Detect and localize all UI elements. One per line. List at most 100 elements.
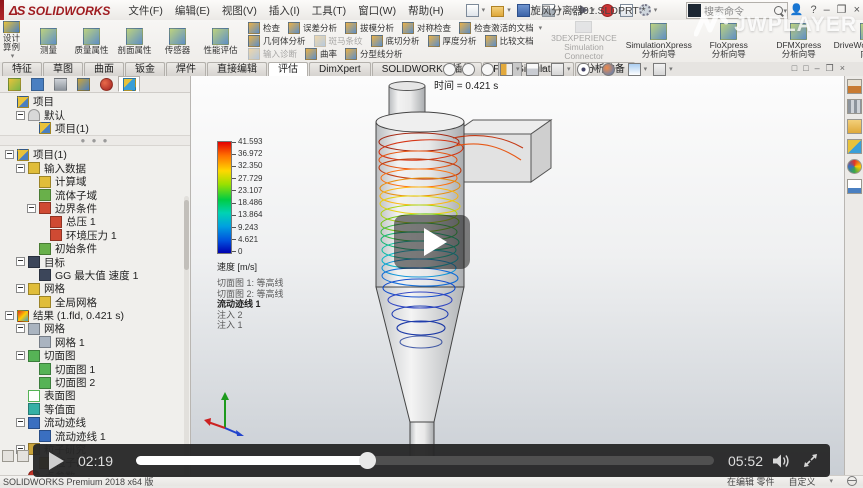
heads-up-icon[interactable] (525, 63, 547, 76)
tree-scrollbar[interactable] (184, 196, 189, 476)
feature-manager-tab[interactable] (72, 76, 94, 92)
heads-up-icon[interactable] (550, 63, 572, 76)
tree-expander-icon[interactable] (16, 257, 25, 266)
heads-up-icon[interactable] (480, 63, 495, 76)
search-input[interactable]: 搜索命令 (704, 3, 774, 18)
menu-item[interactable]: 窗口(W) (352, 3, 402, 18)
commandmanager-tab[interactable]: 曲面 (84, 62, 124, 76)
menu-item[interactable]: 编辑(E) (169, 3, 216, 18)
commandmanager-tab[interactable]: 草图 (43, 62, 83, 76)
tree-expander-icon[interactable] (5, 150, 14, 159)
ribbon-button[interactable]: 拔模分析 (345, 22, 394, 34)
search-icon[interactable] (774, 6, 783, 15)
task-pane-icon[interactable] (847, 179, 862, 194)
xpress-wizard-button[interactable]: FloXpress 分析向导 (694, 20, 764, 62)
tree-expander-icon[interactable] (16, 164, 25, 173)
feature-manager-tab[interactable] (95, 76, 117, 92)
task-pane-icon[interactable] (847, 119, 862, 134)
tree-item[interactable]: 初始条件 (0, 242, 190, 255)
tree-item[interactable]: 项目 (0, 95, 190, 108)
tree-item[interactable]: 流动迹线 (0, 416, 190, 429)
ribbon-button[interactable]: 性能评估 (199, 20, 242, 62)
tree-expander-icon[interactable] (16, 111, 25, 120)
login-icon[interactable]: 👤 (790, 3, 804, 16)
ribbon-button[interactable]: 斑马条纹 (314, 35, 363, 47)
menu-item[interactable]: 工具(T) (306, 3, 352, 18)
commandmanager-tab[interactable]: 特征 (2, 62, 42, 76)
commandmanager-tab[interactable]: DimXpert (309, 62, 371, 76)
tree-item[interactable]: 流体子域 (0, 188, 190, 201)
minimize-button[interactable]: – (824, 4, 830, 16)
tree-expander-icon[interactable] (16, 418, 25, 427)
tree-item[interactable]: 默认 (0, 108, 190, 121)
tree-item[interactable]: 环境压力 1 (0, 229, 190, 242)
ribbon-button[interactable]: 剖面属性 (113, 20, 156, 62)
tree-item[interactable]: 输入数据 (0, 162, 190, 175)
tree-scrollbar-thumb[interactable] (184, 200, 189, 270)
tree-item[interactable]: 流动迹线 1 (0, 429, 190, 442)
ribbon-button[interactable]: 误差分析 (288, 22, 337, 34)
tree-item[interactable]: 网格 (0, 282, 190, 295)
close-button[interactable]: × (854, 4, 860, 16)
customize-caret[interactable]: ▾ (829, 477, 833, 485)
feature-manager-tab[interactable] (118, 76, 140, 92)
ribbon-button[interactable]: 传感器 (156, 20, 199, 62)
heads-up-icon[interactable] (627, 63, 649, 76)
ribbon-button[interactable]: 对称检查 (402, 22, 451, 34)
tree-item[interactable]: 边界条件 (0, 202, 190, 215)
globe-icon[interactable] (847, 476, 857, 486)
tree-item[interactable]: 全局网格 (0, 295, 190, 308)
feature-manager-tab[interactable] (26, 76, 48, 92)
help-button[interactable]: ? (810, 4, 816, 16)
task-pane-icon[interactable] (847, 139, 862, 154)
tree-item[interactable]: 网格 1 (0, 336, 190, 349)
filter-icon[interactable] (2, 450, 14, 462)
search-dropdown-caret[interactable]: ▾ (783, 7, 787, 15)
graphics-area[interactable]: 时间 = 0.421 s 41.59336.97232.35027.72923.… (191, 76, 845, 476)
menu-item[interactable]: 插入(I) (263, 3, 306, 18)
ribbon-button[interactable]: 测量 (27, 20, 70, 62)
ribbon-button[interactable]: 质量属性 (70, 20, 113, 62)
ribbon-button[interactable]: 输入诊断 (248, 48, 297, 60)
quick-access-icon[interactable] (466, 4, 486, 17)
ribbon-button[interactable]: 检查激活的文档 (459, 22, 542, 34)
heads-up-icon[interactable] (652, 63, 674, 76)
tree-item[interactable]: 切面图 (0, 349, 190, 362)
tree-item[interactable]: 表面图 (0, 389, 190, 402)
heads-up-icon[interactable] (576, 63, 598, 76)
feature-manager-tab[interactable] (3, 76, 25, 92)
panel-splitter[interactable]: ● ● ● (0, 135, 190, 146)
ribbon-button[interactable]: 分型线分析 (345, 48, 403, 60)
tree-item[interactable]: 目标 (0, 255, 190, 268)
tree-item[interactable]: 切面图 2 (0, 376, 190, 389)
commandmanager-tab[interactable]: 评估 (268, 62, 308, 76)
video-progress-knob[interactable] (359, 452, 376, 469)
document-window-button[interactable]: × (840, 63, 845, 74)
document-window-button[interactable]: – (815, 63, 820, 74)
tree-expander-icon[interactable] (16, 324, 25, 333)
tree-item[interactable]: 计算域 (0, 175, 190, 188)
tree-expander-icon[interactable] (16, 351, 25, 360)
tree-item[interactable]: 项目(1) (0, 122, 190, 135)
menu-item[interactable]: 文件(F) (122, 3, 168, 18)
xpress-wizard-button[interactable]: SimulationXpress 分析向导 (624, 20, 694, 62)
tree-expander-icon[interactable] (16, 284, 25, 293)
ribbon-button[interactable]: 底切分析 (371, 35, 420, 47)
video-play-overlay[interactable] (394, 215, 470, 269)
task-pane-icon[interactable] (847, 99, 862, 114)
tree-item[interactable]: 等值面 (0, 403, 190, 416)
task-pane-icon[interactable] (847, 79, 862, 94)
tree-item[interactable]: 项目(1) (0, 148, 190, 161)
tree-item[interactable]: GG 最大值 速度 1 (0, 269, 190, 282)
heads-up-icon[interactable] (601, 63, 623, 76)
xpress-wizard-button[interactable]: DFMXpress 分析向导 (764, 20, 834, 62)
design-study-button[interactable]: 设计算例 (0, 20, 23, 62)
heads-up-icon[interactable] (499, 63, 521, 76)
ribbon-button[interactable]: 比较文档 (485, 35, 534, 47)
tree-expander-icon[interactable] (5, 311, 14, 320)
ribbon-button[interactable]: 厚度分析 (428, 35, 477, 47)
commandmanager-tab[interactable]: 焊件 (166, 62, 206, 76)
tree-item[interactable]: 结果 (1.fld, 0.421 s) (0, 309, 190, 322)
tree-item[interactable]: 切面图 1 (0, 362, 190, 375)
document-window-button[interactable]: □ (803, 63, 808, 74)
